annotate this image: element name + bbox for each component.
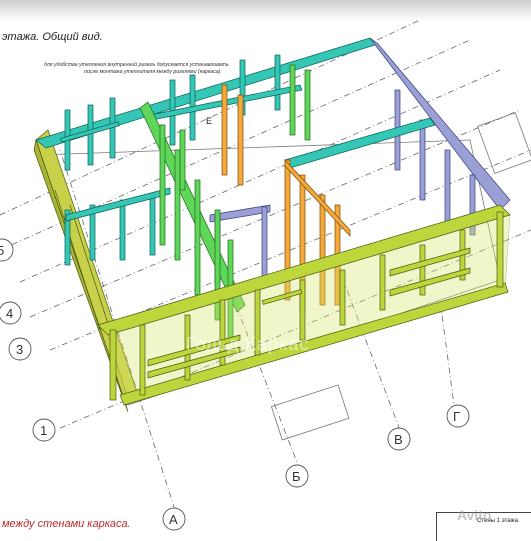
watermark: Гольд Каркас bbox=[186, 334, 310, 354]
axis-label-5: 5 bbox=[0, 243, 4, 258]
axis-label-V: В bbox=[394, 432, 403, 447]
axis-label-4: 4 bbox=[6, 306, 13, 321]
axis-label-B: Б bbox=[292, 469, 301, 484]
axis-label-G: Г bbox=[453, 409, 460, 424]
room-marker: Е bbox=[206, 116, 212, 126]
drawing-title: этажа. Общий вид. bbox=[2, 31, 103, 43]
drawing-note-line2: после монтажа утеплителя между ригелями … bbox=[84, 69, 221, 75]
avito-logo: Avito bbox=[457, 507, 492, 523]
axis-label-A: А bbox=[169, 512, 178, 527]
frame-house-3d-view: 5 4 3 1 А Б В Г Е bbox=[0, 19, 531, 531]
axis-label-3: 3 bbox=[16, 342, 23, 357]
drawing-note-line1: для удобства утепления внутренний ригель… bbox=[44, 62, 229, 68]
axis-label-1: 1 bbox=[40, 423, 47, 438]
footer-text: между стенами каркаса. bbox=[2, 518, 131, 530]
drawing-sheet: 5 4 3 1 А Б В Г Е этажа. Общий вид. для … bbox=[0, 0, 531, 541]
